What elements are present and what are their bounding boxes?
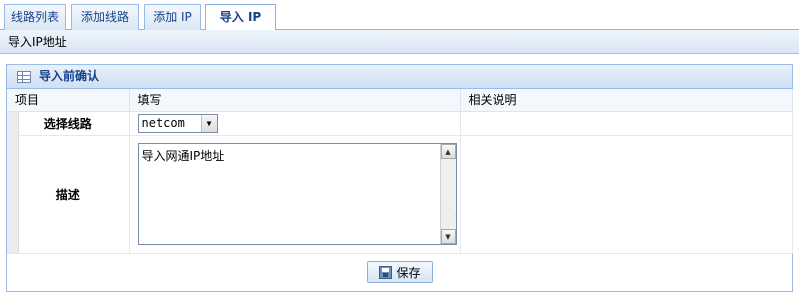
column-header-fill: 填写: [129, 89, 461, 112]
row-label: 描述: [55, 187, 80, 202]
select-value: netcom: [141, 116, 185, 130]
disk-icon: [379, 265, 393, 279]
grid-icon: [17, 70, 31, 83]
chevron-down-icon[interactable]: ▼: [200, 114, 217, 132]
field-cell: 导入网通IP地址 ▲ ▼: [129, 135, 461, 254]
table-row: 描述 导入网通IP地址 ▲ ▼: [7, 135, 793, 254]
scroll-up-icon[interactable]: ▲: [440, 144, 456, 159]
table-header-row: 项目 填写 相关说明: [7, 89, 793, 112]
tab-add-line[interactable]: 添加线路: [71, 4, 139, 30]
tab-add-ip[interactable]: 添加 IP: [144, 4, 201, 30]
row-gutter: [7, 111, 19, 135]
row-label-cell: 描述: [7, 135, 130, 254]
tab-line-list[interactable]: 线路列表: [4, 4, 66, 30]
column-header-item: 项目: [7, 89, 130, 112]
note-cell: [460, 111, 793, 136]
form-table: 项目 填写 相关说明 选择线路 netcom ▼ 描述 导入网通IP地址 ▲ ▼: [7, 89, 793, 254]
tab-import-ip[interactable]: 导入 IP: [205, 4, 276, 31]
panel-header: 导入前确认: [7, 65, 792, 89]
save-button[interactable]: 保存: [367, 261, 433, 283]
row-label-cell: 选择线路: [7, 111, 130, 136]
save-label: 保存: [396, 265, 421, 280]
note-cell: [460, 135, 793, 254]
table-row: 选择线路 netcom ▼: [7, 111, 793, 136]
panel-title: 导入前确认: [39, 69, 100, 83]
tab-strip: 线路列表 添加线路 添加 IP 导入 IP: [0, 0, 799, 31]
field-cell: netcom ▼: [129, 111, 461, 136]
import-confirm-panel: 导入前确认 项目 填写 相关说明 选择线路 netcom ▼ 描述 导入网通IP…: [6, 64, 793, 292]
textarea-scrollbar[interactable]: ▲ ▼: [439, 144, 456, 244]
row-gutter: [7, 135, 19, 253]
page-title: 导入IP地址: [0, 30, 799, 54]
column-header-notes: 相关说明: [460, 89, 793, 112]
textarea-value: 导入网通IP地址: [141, 149, 225, 163]
description-textarea[interactable]: 导入网通IP地址 ▲ ▼: [137, 143, 457, 245]
line-select[interactable]: netcom ▼: [137, 113, 218, 133]
row-label: 选择线路: [43, 116, 92, 131]
tab-label: 添加线路: [80, 10, 129, 24]
scroll-down-icon[interactable]: ▼: [440, 229, 456, 244]
tab-label: 添加 IP: [153, 10, 192, 24]
tab-label: 线路列表: [10, 10, 59, 24]
tab-label: 导入 IP: [219, 10, 262, 24]
